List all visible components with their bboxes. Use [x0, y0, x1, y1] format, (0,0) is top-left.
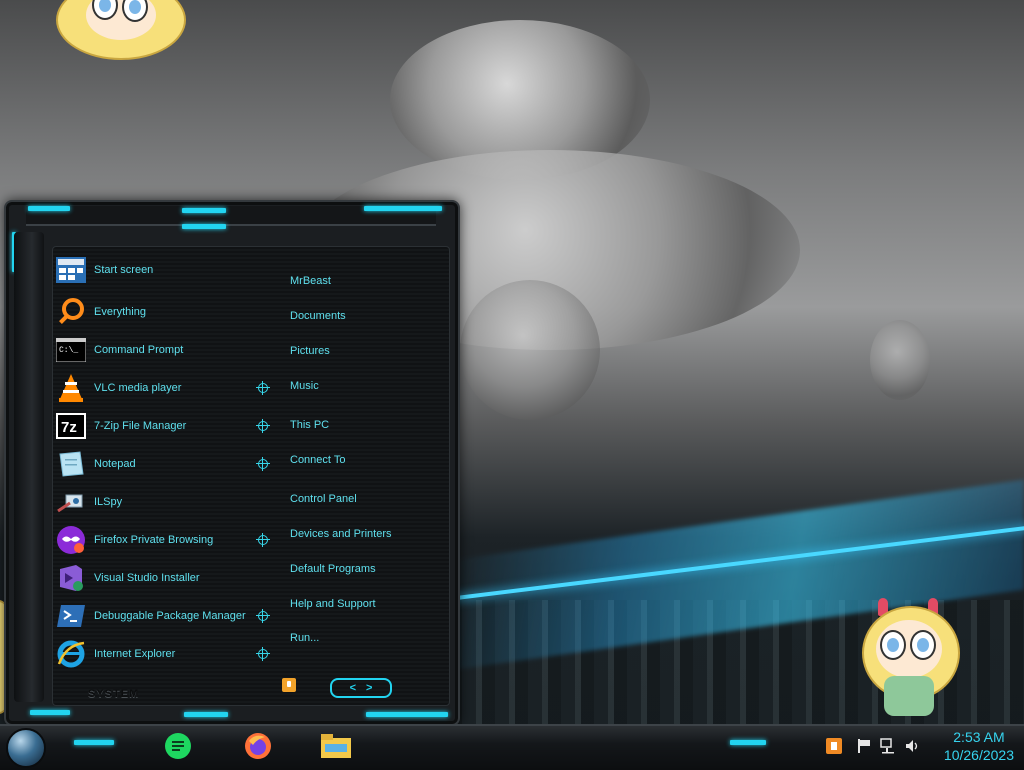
svg-text:C:\_: C:\_: [59, 346, 78, 355]
program-item[interactable]: Visual Studio Installer: [56, 561, 276, 595]
program-item[interactable]: C:\_ Command Prompt: [56, 333, 276, 367]
volume-icon[interactable]: [904, 738, 920, 754]
program-label: VLC media player: [94, 382, 182, 394]
clock-date: 10/26/2023: [943, 747, 1014, 763]
place-link[interactable]: Documents: [290, 310, 346, 322]
place-link[interactable]: Music: [290, 380, 319, 392]
app-tray-icon[interactable]: [826, 738, 842, 754]
program-label: Visual Studio Installer: [94, 572, 200, 584]
program-item[interactable]: Debuggable Package Manager: [56, 599, 276, 633]
ilspy-icon: [56, 487, 86, 517]
place-link[interactable]: Pictures: [290, 345, 330, 357]
neon-accent: [730, 740, 766, 745]
power-options-icon[interactable]: [282, 678, 296, 692]
command-prompt-icon: C:\_: [56, 335, 86, 365]
jump-list-arrow-icon[interactable]: [256, 419, 270, 433]
program-item[interactable]: Firefox Private Browsing: [56, 523, 276, 557]
program-item[interactable]: Internet Explorer: [56, 637, 276, 671]
program-label: 7-Zip File Manager: [94, 420, 187, 432]
internet-explorer-icon: [56, 639, 86, 669]
program-label: Everything: [94, 306, 146, 318]
svg-text:7z: 7z: [61, 419, 77, 436]
program-label: Internet Explorer: [94, 648, 176, 660]
pager-next-button[interactable]: >: [366, 682, 372, 694]
place-link[interactable]: This PC: [290, 419, 329, 431]
program-label: Debuggable Package Manager: [94, 610, 246, 622]
network-icon[interactable]: [880, 738, 896, 754]
jump-list-arrow-icon[interactable]: [256, 609, 270, 623]
neon-accent: [30, 710, 70, 715]
place-link[interactable]: Default Programs: [290, 563, 376, 575]
smoke-column: [460, 280, 600, 420]
cartoon-character-sticker-top: [56, 0, 186, 60]
neon-accent: [182, 224, 226, 229]
notepad-icon: [56, 449, 86, 479]
place-link[interactable]: Connect To: [290, 454, 345, 466]
jump-list-arrow-icon[interactable]: [256, 381, 270, 395]
program-label: Command Prompt: [94, 344, 184, 356]
neon-accent: [74, 740, 114, 745]
program-item[interactable]: Start screen: [56, 253, 276, 287]
neon-accent: [364, 206, 442, 211]
program-label: Start screen: [94, 264, 154, 276]
place-link[interactable]: MrBeast: [290, 275, 331, 287]
neon-accent: [366, 712, 448, 717]
everything-search-icon: [56, 297, 86, 327]
place-link[interactable]: Control Panel: [290, 493, 357, 505]
start-menu-pager[interactable]: < >: [330, 678, 392, 698]
file-explorer-icon[interactable]: [318, 729, 354, 763]
jump-list-arrow-icon[interactable]: [256, 457, 270, 471]
distant-smoke: [870, 320, 930, 400]
visual-studio-installer-icon: [56, 563, 86, 593]
jump-list-arrow-icon[interactable]: [256, 647, 270, 661]
firefox-icon[interactable]: [240, 729, 276, 763]
neon-accent: [28, 206, 70, 211]
program-label: Firefox Private Browsing: [94, 534, 214, 546]
vlc-icon: [56, 373, 86, 403]
pager-prev-button[interactable]: <: [350, 682, 356, 694]
program-label: Notepad: [94, 458, 136, 470]
start-screen-icon: [56, 255, 86, 285]
neon-accent: [184, 712, 228, 717]
program-item[interactable]: Everything: [56, 295, 276, 329]
place-link[interactable]: Help and Support: [290, 598, 376, 610]
7zip-icon: 7z: [56, 411, 86, 441]
program-label: ILSpy: [94, 496, 123, 508]
cartoon-character-sticker-bottom: [858, 598, 962, 722]
firefox-private-icon: [56, 525, 86, 555]
program-item[interactable]: 7z 7-Zip File Manager: [56, 409, 276, 443]
start-menu-side-panel: [14, 232, 44, 702]
place-link[interactable]: Run...: [290, 632, 319, 644]
powershell-icon: [56, 601, 86, 631]
flag-icon[interactable]: [856, 738, 872, 754]
clock-time: 2:53 AM: [953, 729, 1005, 745]
program-item[interactable]: ILSpy: [56, 485, 276, 519]
start-button[interactable]: [6, 728, 46, 768]
taskbar-clock[interactable]: 2:53 AM 10/26/2023: [944, 728, 1014, 764]
place-link[interactable]: Devices and Printers: [290, 528, 392, 540]
neon-accent: [182, 208, 226, 213]
spotify-icon[interactable]: [160, 729, 196, 763]
program-item[interactable]: VLC media player: [56, 371, 276, 405]
program-item[interactable]: Notepad: [56, 447, 276, 481]
system-label: SYSTEM: [88, 688, 140, 700]
jump-list-arrow-icon[interactable]: [256, 533, 270, 547]
